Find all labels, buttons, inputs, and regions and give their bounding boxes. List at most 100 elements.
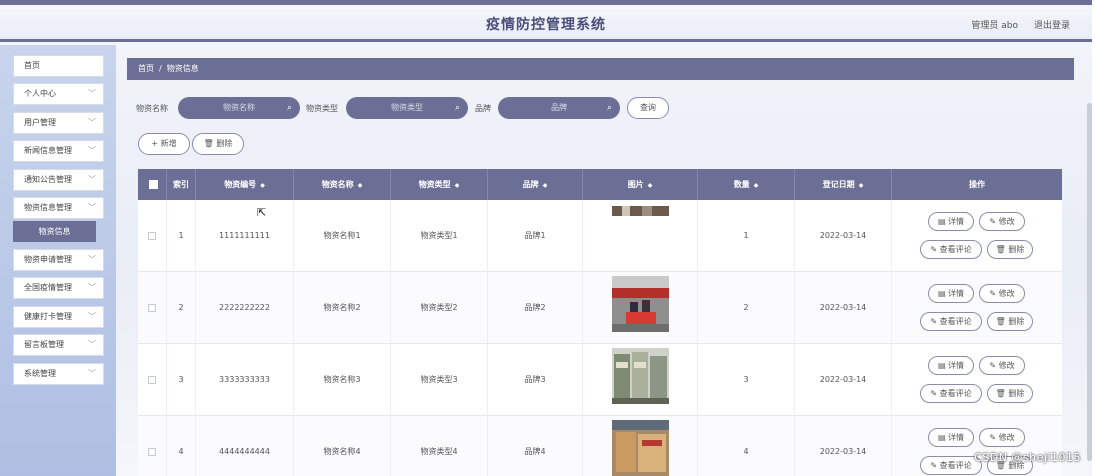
edit-button[interactable]: ✎ 修改 [979,212,1025,231]
row-checkbox[interactable] [148,232,156,240]
detail-button[interactable]: ▤ 详情 [928,356,974,375]
sort-icon: ◆ [753,182,759,189]
sidebar-item-supplies[interactable]: 物资信息管理 ﹀ [13,197,104,219]
sidebar-item-label: 健康打卡管理 [24,312,72,321]
row-checkbox[interactable] [148,376,156,384]
detail-button-label: 详情 [948,289,965,298]
view-comments-button[interactable]: ✎ 查看评论 [920,384,982,403]
cell-code: 4444444444 [196,416,294,476]
header-image[interactable]: 图片 ◆ [583,169,698,200]
cell-select [138,344,167,416]
supply-thumbnail[interactable] [612,206,669,262]
header-brand-label: 品牌 [522,180,539,189]
bulk-delete-button[interactable]: 🗑 删除 [192,133,244,155]
sidebar-item-personal-center[interactable]: 个人中心 ﹀ [13,83,104,105]
delete-button-label: 删除 [1008,317,1025,326]
edit-button[interactable]: ✎ 修改 [979,356,1025,375]
header-code[interactable]: 物资编号 ◆ [196,169,294,200]
cell-brand: 品牌4 [488,416,583,476]
admin-name: 管理员 abo [971,21,1018,31]
delete-button[interactable]: 🗑 删除 [987,312,1033,331]
header-qty-label: 数量 [733,180,750,189]
edit-button[interactable]: ✎ 修改 [979,428,1025,447]
cell-type: 物资类型2 [391,272,488,344]
detail-button[interactable]: ▤ 详情 [928,428,974,447]
delete-button[interactable]: 🗑 删除 [987,240,1033,259]
sort-icon: ◆ [260,182,265,189]
cell-date: 2022-03-14 [795,272,892,344]
sidebar-subitem-supplies-info[interactable]: 物资信息 [13,221,96,242]
sidebar-item-home[interactable]: 首页 [13,55,104,77]
chevron-down-icon: ﹀ [88,146,96,155]
header-brand[interactable]: 品牌 ◆ [488,169,583,200]
sidebar-item-system[interactable]: 系统管理 ﹀ [13,363,104,385]
row-checkbox[interactable] [148,448,156,456]
detail-icon: ▤ [937,289,949,298]
cell-qty: 2 [698,272,795,344]
app-frame: 疫情防控管理系统 管理员 abo 退出登录 首页 个人中心 ﹀ 用户管理 ﹀ 新… [0,0,1092,476]
cell-qty: 1 [698,200,795,272]
cell-brand: 品牌1 [488,200,583,272]
detail-icon: ▤ [937,217,949,226]
view-comments-button[interactable]: ✎ 查看评论 [920,312,982,331]
view-comments-button[interactable]: ✎ 查看评论 [920,456,982,475]
comment-icon: ✎ [930,389,940,398]
cell-qty: 3 [698,344,795,416]
brand-search-input[interactable]: 品牌 ⌕ [498,97,620,119]
add-button[interactable]: + 新增 [138,133,190,155]
sidebar-item-notices[interactable]: 通知公告管理 ﹀ [13,169,104,191]
sidebar: 首页 个人中心 ﹀ 用户管理 ﹀ 新闻信息管理 ﹀ 通知公告管理 ﹀ 物资信息管… [0,45,116,476]
header-qty[interactable]: 数量 ◆ [698,169,795,200]
query-button[interactable]: 查询 [627,97,669,119]
cell-date: 2022-03-14 [795,200,892,272]
select-all-checkbox[interactable] [149,180,158,189]
delete-button[interactable]: 🗑 删除 [987,384,1033,403]
brand-label: 品牌 [475,104,491,113]
sidebar-item-message-board[interactable]: 留言板管理 ﹀ [13,334,104,356]
sidebar-item-label: 通知公告管理 [24,175,72,184]
type-search-input[interactable]: 物资类型 ⌕ [346,97,468,119]
supply-thumbnail[interactable] [612,276,669,332]
detail-button[interactable]: ▤ 详情 [928,212,974,231]
header-name[interactable]: 物资名称 ◆ [294,169,391,200]
header-date[interactable]: 登记日期 ◆ [795,169,892,200]
detail-button[interactable]: ▤ 详情 [928,284,974,303]
row-checkbox[interactable] [148,304,156,312]
sidebar-item-supply-requests[interactable]: 物资申请管理 ﹀ [13,249,104,271]
cell-name: 物资名称3 [294,344,391,416]
header-type[interactable]: 物资类型 ◆ [391,169,488,200]
edit-icon: ✎ [989,433,999,442]
sidebar-item-news[interactable]: 新闻信息管理 ﹀ [13,140,104,162]
name-search-input[interactable]: 物资名称 ⌕ [178,97,300,119]
bulk-delete-label: 删除 [216,139,233,148]
logout-link[interactable]: 退出登录 [1034,18,1070,31]
header-image-label: 图片 [627,180,644,189]
table-row[interactable]: 4 4444444444 物资名称4 物资类型4 品牌4 4 2022-03-14 ▤ 详情 ✎… [138,416,1062,476]
sidebar-item-health-checkin[interactable]: 健康打卡管理 ﹀ [13,306,104,328]
sidebar-item-label: 系统管理 [24,369,56,378]
edit-button-label: 修改 [998,433,1015,442]
edit-button-label: 修改 [998,361,1015,370]
chevron-down-icon: ﹀ [88,312,96,321]
sidebar-item-label: 全国疫情管理 [24,283,72,292]
supply-thumbnail[interactable] [612,420,669,476]
cell-select [138,416,167,476]
table-row[interactable]: 2 2222222222 物资名称2 物资类型2 品牌2 2 2022-03-14 ▤ 详情 ✎… [138,272,1062,344]
cell-index: 2 [167,272,196,344]
table-row[interactable]: 3 3333333333 物资名称3 物资类型3 品牌3 3 2022-03-14 ▤ 详情 ✎… [138,344,1062,416]
supply-thumbnail[interactable] [612,348,669,404]
sidebar-item-national-epidemic[interactable]: 全国疫情管理 ﹀ [13,277,104,299]
type-label: 物资类型 [306,104,338,113]
sidebar-item-user-management[interactable]: 用户管理 ﹀ [13,112,104,134]
cell-actions: ▤ 详情 ✎ 修改 ✎ 查看评论 🗑 删除 [892,272,1062,344]
table-row[interactable]: 1 1111111111 物资名称1 物资类型1 品牌1 1 2022-03-14 ▤ 详情 ✎… [138,200,1062,272]
chevron-down-icon: ﹀ [88,255,96,264]
edit-button[interactable]: ✎ 修改 [979,284,1025,303]
cell-name: 物资名称4 [294,416,391,476]
cell-brand: 品牌2 [488,272,583,344]
breadcrumb-current: 物资信息 [166,64,199,73]
sort-icon: ◆ [647,182,653,189]
cell-index: 3 [167,344,196,416]
breadcrumb-home[interactable]: 首页 [138,64,154,73]
view-comments-button[interactable]: ✎ 查看评论 [920,240,982,259]
